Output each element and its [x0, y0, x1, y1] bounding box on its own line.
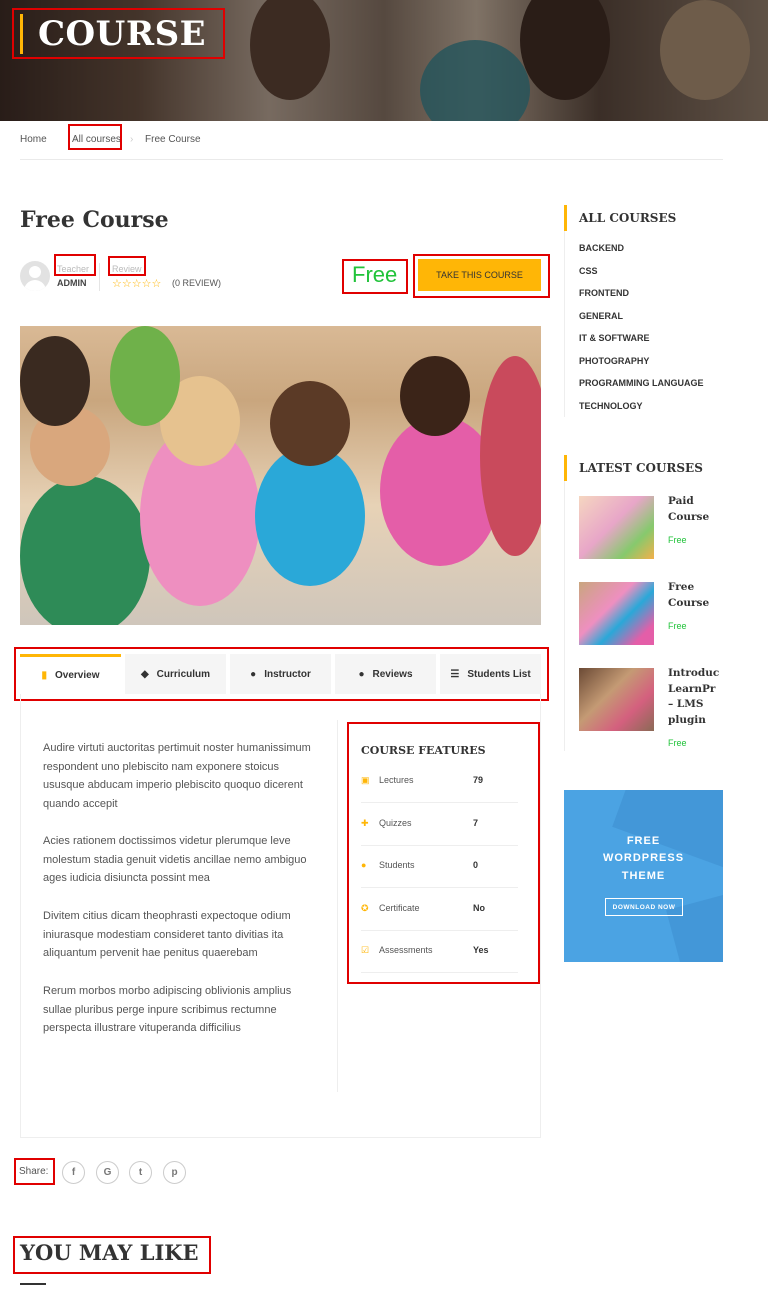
teacher-name[interactable]: ADMIN [57, 278, 87, 288]
latest-course-title[interactable]: Paid Course [668, 494, 768, 525]
divider [564, 231, 565, 417]
highlight-box [54, 254, 96, 276]
highlight-box [14, 1158, 55, 1185]
category-link-technology[interactable]: TECHNOLOGY [579, 401, 643, 411]
ad-download-button[interactable]: DOWNLOAD NOW [605, 898, 683, 916]
latest-course-price: Free [668, 535, 687, 545]
ad-line: FREE [626, 835, 661, 847]
category-link-css[interactable]: CSS [579, 266, 598, 276]
highlight-box [14, 647, 549, 701]
rating-stars-icon: ☆☆☆☆☆ [112, 278, 162, 290]
all-courses-heading: ALL COURSES [564, 205, 676, 231]
google-icon[interactable]: G [96, 1161, 119, 1184]
divider [337, 720, 338, 1092]
category-link-frontend[interactable]: FRONTEND [579, 288, 629, 298]
latest-course-price: Free [668, 621, 687, 631]
facebook-icon[interactable]: f [62, 1161, 85, 1184]
twitter-icon[interactable]: t [129, 1161, 152, 1184]
latest-course-price: Free [668, 738, 687, 748]
overview-paragraph: Acies rationem doctissimos videtur pleru… [43, 835, 307, 885]
course-thumbnail-image [20, 326, 541, 625]
latest-courses-heading: LATEST COURSES [564, 455, 703, 481]
divider [20, 1283, 46, 1285]
breadcrumb-current: Free Course [145, 134, 201, 145]
latest-course-title[interactable]: Introduc LearnPr – LMS plugin [668, 666, 768, 728]
breadcrumb-home[interactable]: Home [20, 134, 47, 145]
breadcrumb-separator: › [130, 134, 134, 145]
category-link-backend[interactable]: BACKEND [579, 243, 624, 253]
review-count: (0 REVIEW) [172, 278, 222, 288]
latest-course-thumbnail[interactable] [579, 496, 654, 559]
divider [99, 263, 100, 291]
highlight-box [12, 8, 225, 59]
highlight-box [342, 259, 408, 294]
category-link-programming-language[interactable]: PROGRAMMING LANGUAGE [579, 378, 704, 388]
ad-line: WORDPRESS [602, 852, 685, 864]
course-title: Free Course [20, 207, 169, 233]
highlight-box [413, 254, 550, 298]
highlight-box [108, 256, 146, 276]
divider [20, 159, 723, 160]
category-link-photography[interactable]: PHOTOGRAPHY [579, 356, 649, 366]
highlight-box [68, 124, 122, 150]
wordpress-theme-ad-banner[interactable]: FREE WORDPRESS THEME DOWNLOAD NOW [564, 790, 723, 962]
latest-course-thumbnail[interactable] [579, 668, 654, 731]
highlight-box [13, 1236, 211, 1274]
category-link-it-software[interactable]: IT & SOFTWARE [579, 333, 650, 343]
avatar [20, 261, 50, 291]
overview-paragraph: Rerum morbos morbo adipiscing oblivionis… [43, 985, 292, 1035]
latest-course-title[interactable]: Free Course [668, 580, 768, 611]
pinterest-icon[interactable]: p [163, 1161, 186, 1184]
divider [564, 481, 565, 751]
overview-paragraph: Audire virtuti auctoritas pertimuit nost… [43, 742, 311, 811]
overview-paragraph: Divitem citius dicam theophrasti expecto… [43, 910, 291, 960]
ad-line: THEME [621, 870, 666, 882]
latest-course-thumbnail[interactable] [579, 582, 654, 645]
category-link-general[interactable]: GENERAL [579, 311, 623, 321]
highlight-box [347, 722, 540, 984]
